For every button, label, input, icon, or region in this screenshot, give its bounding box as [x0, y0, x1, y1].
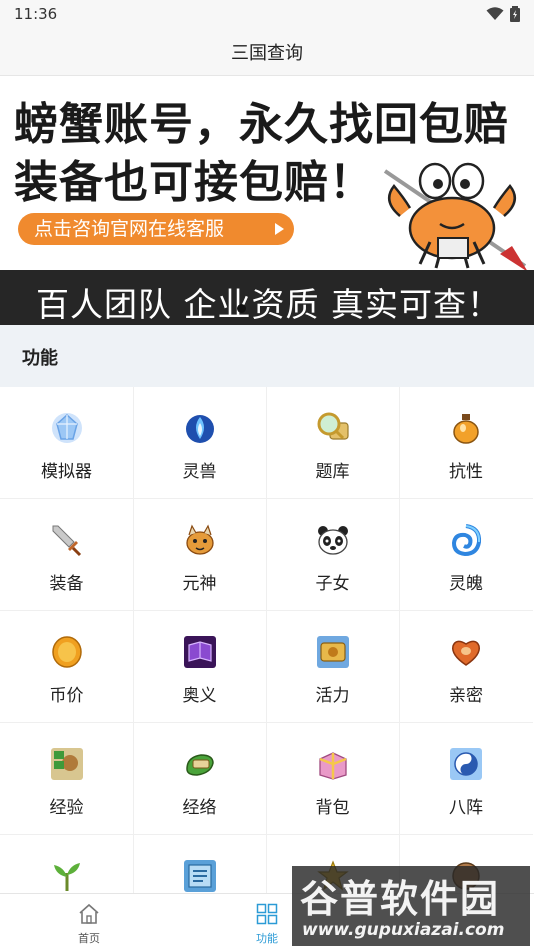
feature-label: 抗性: [449, 462, 483, 482]
crab-mascot-icon: [383, 162, 528, 272]
activity-scroll-icon: [317, 636, 349, 668]
feature-label: 元神: [182, 574, 217, 594]
feature-item-children[interactable]: 子女: [266, 499, 400, 611]
watermark: 谷普软件园 www.gupuxiazai.com: [292, 866, 530, 946]
feature-item-resistance[interactable]: 抗性: [399, 387, 533, 499]
section-title: 功能: [22, 348, 58, 369]
watermark-url: www.gupuxiazai.com: [302, 920, 505, 940]
banner-strip: 百人团队 企业资质 真实可查！: [0, 270, 534, 325]
feature-label: 子女: [315, 574, 350, 594]
crystal-icon: [52, 413, 82, 443]
watermark-title: 谷普软件园: [300, 877, 501, 921]
banner-strip-text: 百人团队 企业资质 真实可查！: [36, 285, 501, 324]
section-header: 功能: [0, 325, 534, 387]
wifi-icon: [486, 7, 504, 20]
feature-label: 经络: [182, 798, 217, 818]
home-icon: [79, 903, 99, 924]
nav-bar: 三国查询: [0, 28, 534, 76]
feature-item-experience[interactable]: 经验: [0, 723, 134, 835]
blue-flame-orb-icon: [186, 415, 214, 443]
feature-item-card[interactable]: [133, 835, 267, 893]
feature-item-primordial-spirit[interactable]: 元神: [133, 499, 267, 611]
feature-grid: 模拟器 灵兽 题库 抗性 装备 元神 子女 灵魄 币价 奥义 活力 亲密 经验 …: [0, 387, 534, 893]
banner-cta-button[interactable]: 点击咨询官网在线客服: [18, 213, 294, 245]
status-time: 11:36: [14, 5, 58, 23]
status-icons: [486, 6, 520, 22]
feature-label: 题库: [315, 462, 350, 482]
feature-item-question-bank[interactable]: 题库: [266, 387, 400, 499]
play-arrow-icon: [275, 223, 284, 235]
feature-label: 八阵: [449, 798, 483, 818]
feature-item-eight-formations[interactable]: 八阵: [399, 723, 533, 835]
banner-headline: 螃蟹账号，永久找回包赔: [14, 99, 509, 150]
beast-icon: [186, 524, 214, 555]
feature-item-sprout[interactable]: [0, 835, 134, 893]
tab-home[interactable]: 首页: [0, 894, 178, 950]
banner-cta-label: 点击咨询官网在线客服: [34, 218, 225, 240]
potion-icon: [453, 414, 479, 444]
feature-item-vitality[interactable]: 活力: [266, 611, 400, 723]
ad-banner[interactable]: 螃蟹账号，永久找回包赔 装备也可接包赔！ 点击咨询官网在线客服 百人团队 企业资…: [0, 76, 534, 325]
experience-icon: [51, 748, 83, 780]
grid-icon: [256, 903, 278, 925]
feature-label: 装备: [49, 574, 84, 594]
heart-ornament-icon: [452, 640, 480, 666]
feature-item-coin-price[interactable]: 币价: [0, 611, 134, 723]
sword-icon: [52, 525, 82, 557]
feature-item-soul[interactable]: 灵魄: [399, 499, 533, 611]
tab-home-label: 首页: [78, 932, 100, 945]
feature-label: 币价: [49, 686, 84, 706]
panda-icon: [318, 526, 348, 555]
magnifier-scroll-icon: [317, 412, 349, 440]
feature-label: 活力: [315, 686, 350, 706]
bagua-icon: [450, 748, 482, 780]
feature-item-spirit-beast[interactable]: 灵兽: [133, 387, 267, 499]
purple-book-icon: [184, 636, 216, 668]
feature-item-backpack[interactable]: 背包: [266, 723, 400, 835]
feature-item-mystery[interactable]: 奥义: [133, 611, 267, 723]
status-bar: 11:36: [0, 0, 534, 28]
blue-swirl-icon: [451, 524, 482, 557]
battery-icon: [510, 6, 520, 22]
gift-box-icon: [319, 752, 347, 780]
feature-label: 模拟器: [41, 462, 92, 482]
carousel-indicator[interactable]: [237, 304, 246, 313]
feature-label: 经验: [49, 798, 84, 818]
feature-item-meridian[interactable]: 经络: [133, 723, 267, 835]
green-scroll-icon: [186, 754, 214, 776]
card-icon: [184, 860, 216, 892]
sprout-icon: [54, 863, 80, 891]
page-title: 三国查询: [231, 43, 303, 64]
gold-coin-icon: [52, 636, 82, 668]
feature-label: 灵魄: [449, 574, 483, 594]
feature-item-simulator[interactable]: 模拟器: [0, 387, 134, 499]
feature-label: 灵兽: [182, 462, 217, 482]
feature-item-intimacy[interactable]: 亲密: [399, 611, 533, 723]
feature-label: 背包: [315, 798, 350, 818]
banner-subheadline: 装备也可接包赔！: [14, 157, 374, 208]
feature-item-equipment[interactable]: 装备: [0, 499, 134, 611]
feature-label: 亲密: [449, 686, 483, 706]
feature-label: 奥义: [182, 686, 217, 706]
